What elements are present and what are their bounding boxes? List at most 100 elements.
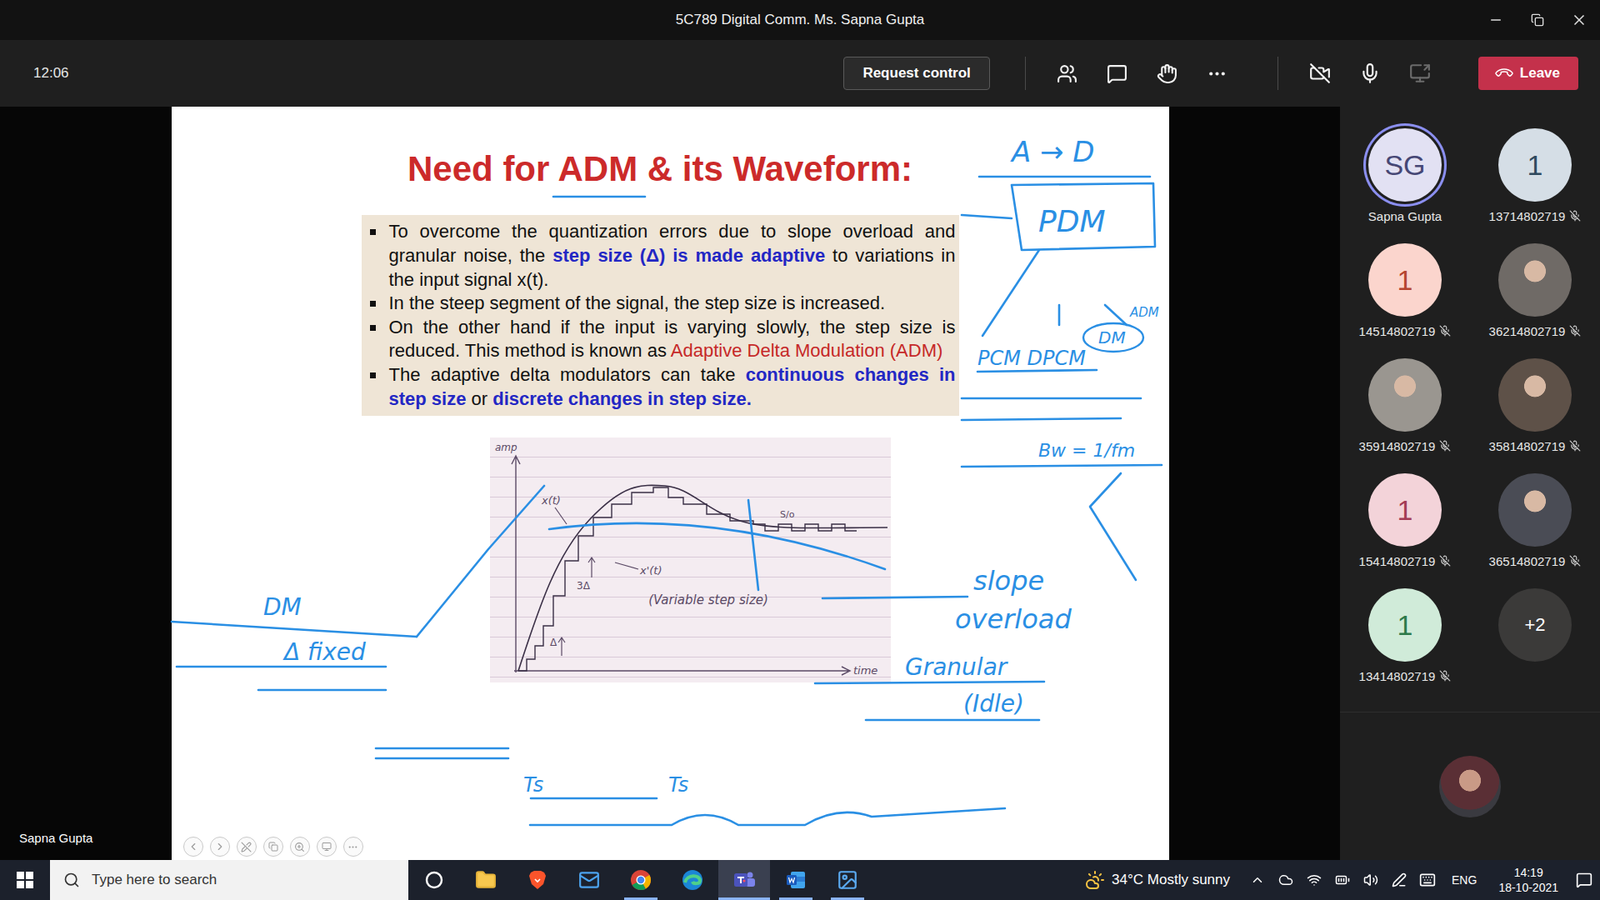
language-indicator[interactable]: ENG bbox=[1446, 873, 1482, 887]
taskbar-search[interactable]: Type here to search bbox=[50, 860, 409, 900]
pen-button[interactable] bbox=[236, 836, 257, 857]
taskbar-app[interactable] bbox=[511, 860, 564, 900]
ink-text: PCM DPCM bbox=[977, 346, 1086, 370]
more-icon bbox=[347, 841, 359, 853]
previous-slide-button[interactable] bbox=[183, 836, 204, 857]
slide-content: Need for ADM & its Waveform: To overcome … bbox=[361, 148, 960, 683]
system-tray: 34°C Mostly sunny ENG 14:1918-10-2021 bbox=[1085, 860, 1600, 900]
participant-tile[interactable]: 114514802719 bbox=[1340, 243, 1470, 339]
restore-button[interactable] bbox=[1516, 0, 1559, 40]
pen-icon bbox=[240, 841, 252, 853]
clock[interactable]: 14:1918-10-2021 bbox=[1491, 865, 1565, 895]
taskbar-app[interactable] bbox=[408, 860, 460, 900]
chrome-icon bbox=[630, 869, 652, 891]
participant-tile[interactable]: 35814802719 bbox=[1470, 358, 1600, 454]
more-button[interactable] bbox=[1192, 53, 1243, 94]
slides-icon bbox=[268, 841, 279, 852]
taskbar-app[interactable] bbox=[770, 860, 822, 900]
camera-button[interactable] bbox=[1295, 53, 1345, 94]
participant-photo bbox=[1498, 243, 1572, 317]
tray-overflow[interactable] bbox=[1248, 872, 1267, 888]
bullet-mark bbox=[370, 372, 376, 379]
restore-icon bbox=[1530, 13, 1545, 27]
signal-arrow bbox=[555, 507, 567, 525]
edge-icon bbox=[681, 869, 704, 891]
ink-stroke bbox=[961, 465, 1162, 467]
presenter-name: Sapna Gupta bbox=[19, 829, 93, 847]
taskbar-app[interactable] bbox=[666, 860, 719, 900]
weather-widget[interactable]: 34°C Mostly sunny bbox=[1085, 870, 1230, 890]
taskbar-app[interactable] bbox=[615, 860, 667, 900]
cortana-icon bbox=[424, 870, 445, 890]
minimize-button[interactable] bbox=[1475, 0, 1517, 40]
participant-avatar: 1 bbox=[1368, 588, 1442, 662]
participant-tile[interactable]: 113714802719 bbox=[1470, 128, 1600, 224]
slide-more-button[interactable] bbox=[343, 836, 364, 857]
battery-tray[interactable] bbox=[1333, 872, 1352, 888]
slides-button[interactable] bbox=[263, 836, 284, 857]
taskbar-app[interactable] bbox=[563, 860, 615, 900]
overflow-count: +2 bbox=[1498, 588, 1572, 662]
taskbar: Type here to search 34°C Mostly sunny ENG 1… bbox=[0, 860, 1600, 900]
toolbar-divider bbox=[1277, 56, 1279, 90]
participant-tile[interactable]: 1 13414802719 bbox=[1340, 588, 1470, 684]
taskbar-app[interactable] bbox=[821, 860, 874, 900]
request-control-button[interactable]: Request control bbox=[843, 56, 990, 90]
participant-tile[interactable]: 36214802719 bbox=[1470, 243, 1600, 339]
next-slide-button[interactable] bbox=[210, 836, 230, 857]
close-button[interactable] bbox=[1558, 0, 1600, 40]
big-step-label: 3Δ bbox=[576, 580, 591, 592]
bullet-mark bbox=[370, 325, 376, 331]
pen-tray[interactable] bbox=[1390, 872, 1409, 888]
taskbar-app[interactable] bbox=[460, 860, 512, 900]
network-tray[interactable] bbox=[1305, 872, 1324, 888]
minimize-icon bbox=[1488, 12, 1504, 28]
bullet-item: The adaptive delta modulators can take c… bbox=[366, 363, 956, 411]
participants-button[interactable] bbox=[1042, 53, 1093, 94]
photos-icon bbox=[836, 869, 859, 891]
wifi-icon bbox=[1306, 872, 1322, 888]
mic-button[interactable] bbox=[1345, 53, 1395, 94]
pen-icon bbox=[1391, 872, 1407, 888]
teams-window: 5C789 Digital Comm. Ms. Sapna Gupta12:06… bbox=[0, 0, 1600, 900]
chat-button[interactable] bbox=[1092, 53, 1143, 94]
hand-icon bbox=[1156, 63, 1178, 85]
ink-text: Ts bbox=[523, 773, 544, 797]
display-button[interactable] bbox=[316, 836, 337, 857]
staircase-approximation bbox=[518, 487, 857, 671]
slide-nav-toolbar bbox=[183, 836, 364, 857]
ink-stroke bbox=[530, 808, 1005, 825]
overflow-tile[interactable]: +2 bbox=[1470, 588, 1600, 684]
muted-mic-icon bbox=[1439, 325, 1451, 337]
raise-hand-button[interactable] bbox=[1142, 53, 1193, 94]
notifications-button[interactable] bbox=[1575, 871, 1594, 889]
participant-tile[interactable]: SGSapna Gupta bbox=[1340, 128, 1470, 224]
ink-stroke bbox=[549, 523, 885, 570]
zoom-button[interactable] bbox=[290, 836, 310, 857]
waveform-chart: amptimex(t)x'(t)3ΔΔ(Variable step size)S… bbox=[490, 437, 891, 683]
bullet-text: To overcome the quantization errors due … bbox=[389, 220, 956, 292]
volume-tray[interactable] bbox=[1361, 872, 1380, 888]
keyboard-tray[interactable] bbox=[1418, 871, 1437, 889]
taskbar-app[interactable] bbox=[718, 860, 770, 900]
slide-title: Need for ADM & its Waveform: bbox=[361, 148, 960, 190]
participant-tile[interactable]: 35914802719 bbox=[1340, 358, 1470, 454]
share-button[interactable] bbox=[1395, 53, 1445, 94]
participant-tile[interactable]: 115414802719 bbox=[1340, 473, 1470, 569]
ink-text: Δ fixed bbox=[282, 638, 366, 666]
teams-icon bbox=[732, 869, 756, 891]
mic-icon bbox=[1359, 62, 1381, 85]
window-title: 5C789 Digital Comm. Ms. Sapna Gupta bbox=[669, 8, 932, 32]
participant-name: 13414802719 bbox=[1359, 668, 1452, 684]
participant-name: 35914802719 bbox=[1359, 438, 1452, 454]
figure-caption: (Variable step size) bbox=[648, 592, 769, 608]
participant-name: 14514802719 bbox=[1359, 323, 1452, 339]
shared-screen: Need for ADM & its Waveform: To overcome … bbox=[0, 106, 1340, 860]
time-label: time bbox=[853, 664, 878, 677]
onedrive-tray[interactable] bbox=[1276, 872, 1295, 888]
start-button[interactable] bbox=[0, 860, 50, 900]
ink-stroke bbox=[748, 500, 759, 590]
participant-tile[interactable]: 36514802719 bbox=[1470, 473, 1600, 569]
meeting-main: Need for ADM & its Waveform: To overcome … bbox=[0, 106, 1600, 860]
leave-button[interactable]: Leave bbox=[1478, 56, 1579, 90]
